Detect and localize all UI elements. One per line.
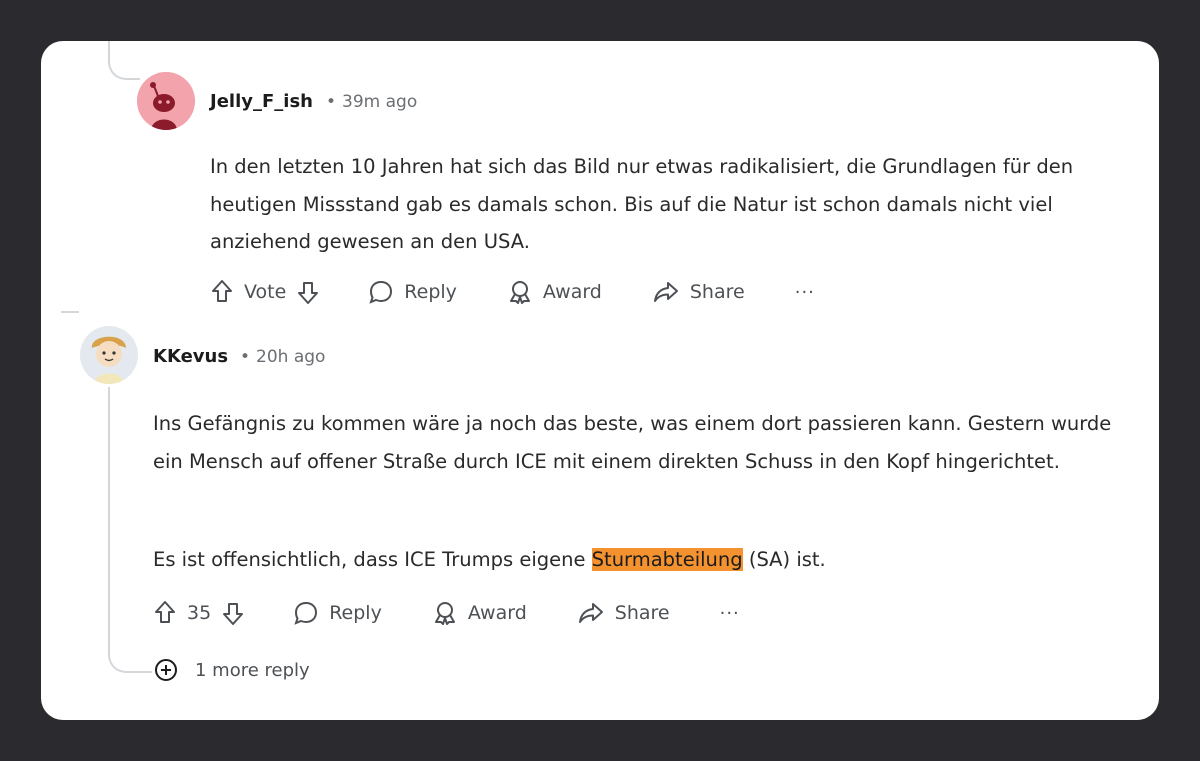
share-button[interactable]: Share [652,279,745,305]
reply-button[interactable]: Reply [293,600,382,626]
reply-bubble-icon [369,280,393,304]
comment-body: Ins Gefängnis zu kommen wäre ja noch das… [153,412,1112,473]
comment-meta: • 20h ago [240,347,325,367]
reply-label: Reply [404,281,457,303]
upvote-icon [155,601,175,623]
comment-body-paragraph: Es ist offensichtlich, dass ICE Trumps e… [153,541,826,579]
share-label: Share [614,602,670,624]
vote-label: Vote [244,281,287,303]
reply-label: Reply [329,602,382,624]
share-arrow-icon [653,282,678,302]
more-options-button[interactable]: ··· [795,282,815,303]
vote-controls: Vote [210,279,320,305]
award-button[interactable]: Award [507,279,602,305]
paragraph-text: Es ist offensichtlich, dass ICE Trumps e… [153,548,592,571]
comment-timestamp[interactable]: 39m ago [342,92,417,112]
thread-line [108,387,152,673]
more-replies-button[interactable]: 1 more reply [153,657,310,683]
comment-actions: 35 Reply Award Share ··· [153,600,740,626]
downvote-icon [223,603,244,625]
downvote-icon [298,282,319,304]
avatar[interactable] [80,326,138,384]
share-button[interactable]: Share [577,600,670,626]
vote-controls: 35 [153,600,245,626]
downvote-button[interactable] [221,600,245,626]
award-label: Award [542,281,602,303]
comment-timestamp[interactable]: 20h ago [256,347,325,367]
plus-circle-icon [155,659,177,681]
share-label: Share [689,281,745,303]
reply-button[interactable]: Reply [368,279,457,305]
reply-bubble-icon [294,601,318,625]
paragraph-text: (SA) ist. [742,548,826,571]
award-icon [509,281,530,304]
more-options-button[interactable]: ··· [720,603,740,624]
comment-author[interactable]: Jelly_F_ish [210,91,313,112]
meta-separator: • [326,92,337,112]
comment-thread-card: Jelly_F_ish • 39m ago In den letzten 10 J… [41,41,1159,720]
more-replies-label: 1 more reply [195,659,310,681]
comment-author[interactable]: KKevus [153,346,228,367]
award-icon [434,602,455,625]
comment-body: In den letzten 10 Jahren hat sich das Bi… [210,155,1074,253]
thread-line [61,311,79,315]
user-avatar-icon [80,326,138,384]
highlighted-text: Sturmabteilung [591,548,743,571]
upvote-button[interactable] [153,600,177,626]
vote-count: 35 [187,602,212,624]
snoo-avatar-icon [137,72,195,130]
upvote-button[interactable] [210,279,234,305]
award-button[interactable]: Award [432,600,527,626]
upvote-icon [212,280,232,302]
downvote-button[interactable] [296,279,320,305]
thread-line [108,41,140,80]
meta-separator: • [240,347,251,367]
avatar[interactable] [137,72,195,130]
comment-meta: • 39m ago [326,92,417,112]
share-arrow-icon [578,603,603,623]
comment-actions: Vote Reply Award Share ··· [210,279,815,305]
award-label: Award [467,602,527,624]
